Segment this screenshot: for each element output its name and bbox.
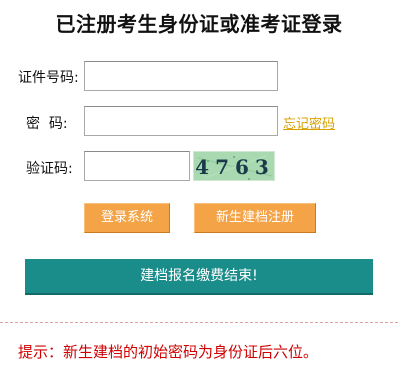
login-title: 已注册考生身份证或准考证登录 bbox=[55, 12, 343, 36]
password-input[interactable] bbox=[84, 106, 278, 136]
login-button[interactable]: 登录系统 bbox=[84, 203, 170, 233]
captcha-input[interactable] bbox=[84, 151, 190, 181]
id-number-input[interactable] bbox=[84, 61, 278, 91]
divider bbox=[0, 322, 398, 323]
register-button[interactable]: 新生建档注册 bbox=[194, 203, 316, 233]
password-tip: 提示：新生建档的初始密码为身份证后六位。 bbox=[18, 343, 319, 361]
registration-closed-banner: 建档报名缴费结束! bbox=[25, 259, 373, 295]
captcha-label: 验证码: bbox=[26, 161, 73, 177]
id-number-label: 证件号码: bbox=[18, 70, 79, 86]
captcha-code: 4763 bbox=[195, 155, 275, 179]
forgot-password-link[interactable]: 忘记密码 bbox=[283, 113, 335, 132]
captcha-image[interactable]: 4763 bbox=[193, 151, 275, 181]
password-label: 密 码: bbox=[26, 116, 68, 132]
